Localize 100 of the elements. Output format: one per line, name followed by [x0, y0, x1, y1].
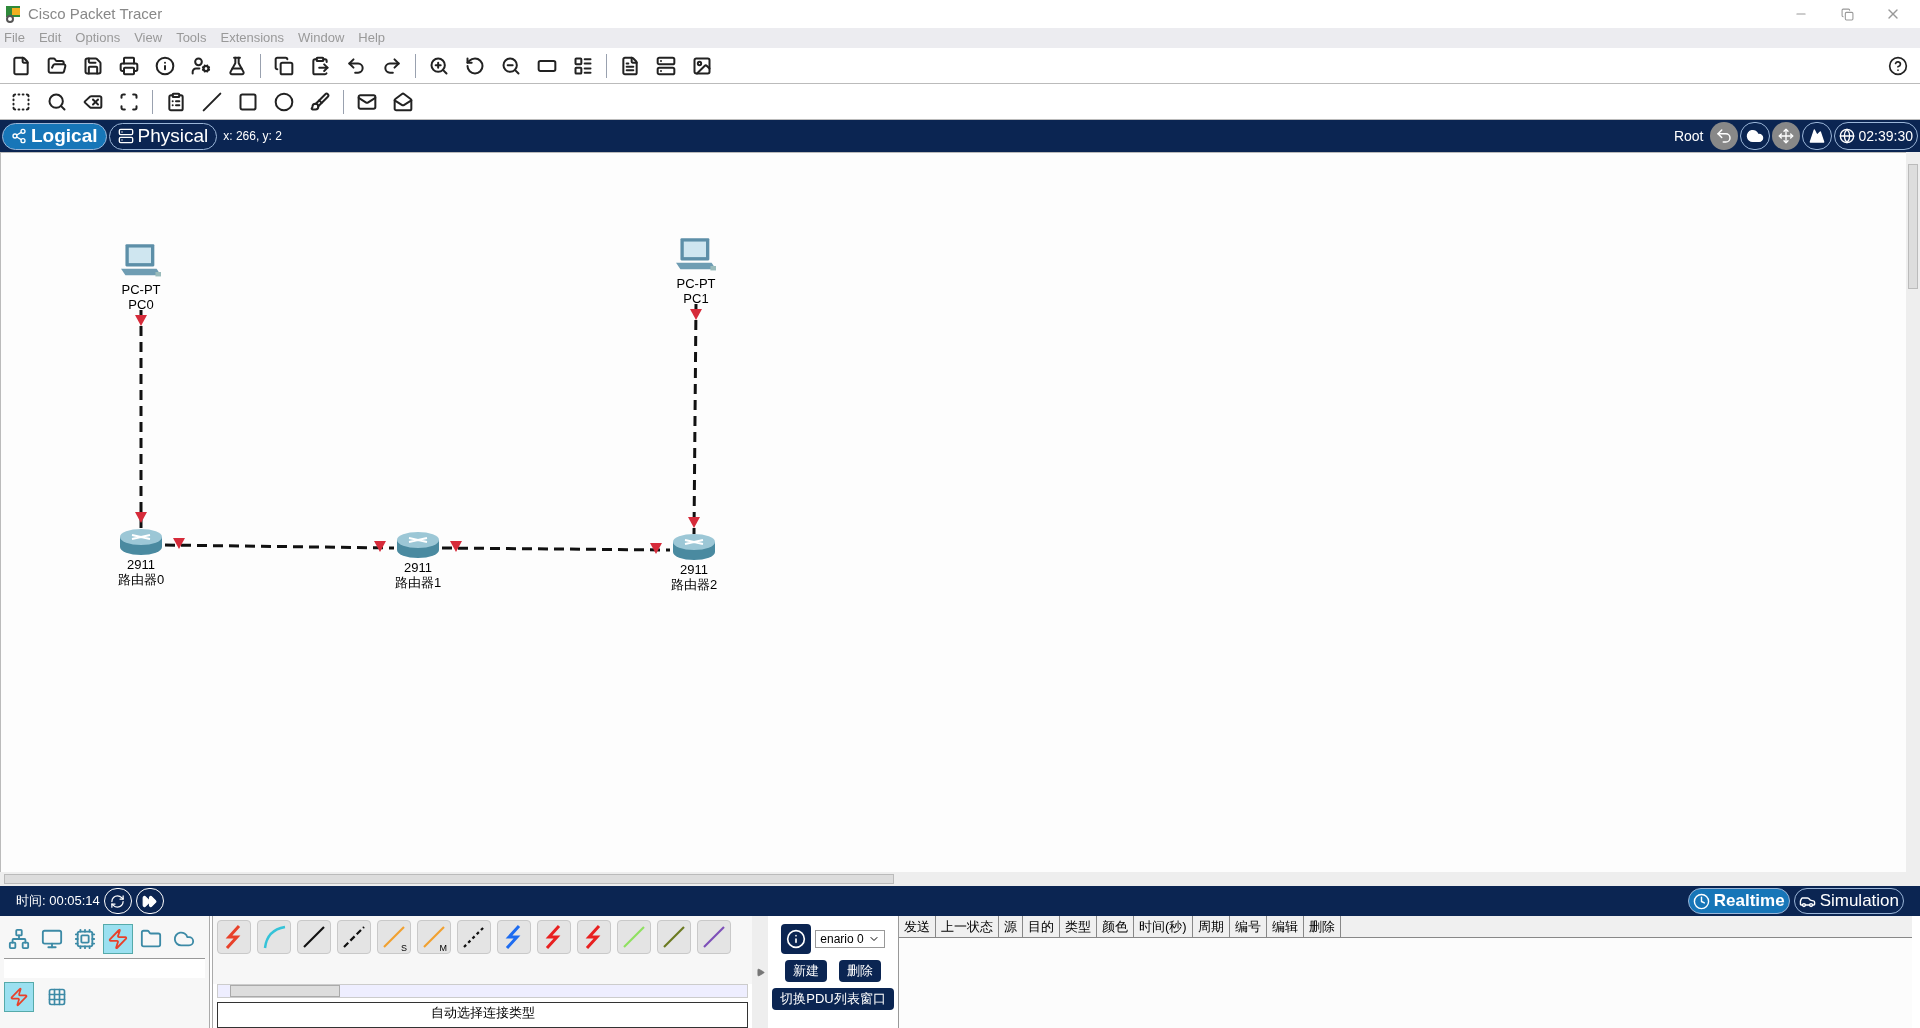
brush-icon	[310, 91, 330, 112]
column-header[interactable]: 编辑	[1266, 916, 1304, 937]
cable-mark: M	[439, 943, 447, 953]
workspace-tab[interactable]: Logical	[2, 122, 107, 150]
open-envelope-icon	[393, 91, 413, 112]
device-name: 路由器0	[117, 572, 165, 587]
device-model: 2911	[404, 560, 432, 575]
palette-scrollbar[interactable]	[217, 984, 748, 998]
zoom-out-icon	[501, 55, 521, 76]
restore-icon	[1840, 7, 1854, 21]
save-icon	[83, 55, 103, 76]
document-icon	[620, 55, 640, 76]
pdu-button[interactable]: 删除	[839, 960, 881, 982]
column-header[interactable]: 颜色	[1097, 916, 1134, 937]
cable-icon	[341, 924, 367, 950]
simulation-time: 时间: 00:05:14	[16, 892, 100, 911]
device-category-button[interactable]	[103, 924, 133, 954]
flask-icon	[227, 55, 247, 76]
column-header[interactable]: 类型	[1060, 916, 1097, 937]
note-icon	[166, 91, 186, 112]
clock-icon	[1692, 892, 1710, 910]
column-header[interactable]: 目的	[1023, 916, 1060, 937]
cable-type-button[interactable]: S	[377, 920, 411, 954]
back-button[interactable]	[1709, 122, 1738, 150]
print-icon	[119, 55, 139, 76]
column-header[interactable]: 删除	[1303, 916, 1341, 937]
cable-icon	[621, 924, 647, 950]
cable-icon	[701, 924, 727, 950]
info-icon	[155, 55, 175, 76]
back-arrow-icon	[1714, 127, 1733, 145]
mode-tab[interactable]: Simulation	[1793, 888, 1904, 914]
column-header[interactable]: 源	[999, 916, 1023, 937]
cable-type-button[interactable]: M	[417, 920, 451, 954]
cloud-icon	[1745, 127, 1764, 145]
column-header[interactable]: 周期	[1192, 916, 1230, 937]
device-model: PC-PT	[121, 282, 161, 297]
device-name: 路由器1	[394, 575, 442, 590]
component-category-icon	[74, 928, 96, 950]
move-icon	[1777, 128, 1794, 144]
column-header[interactable]: 编号	[1229, 916, 1267, 937]
line-icon	[202, 91, 222, 112]
undo-icon	[346, 55, 366, 76]
router-icon	[671, 532, 717, 562]
vertical-scrollbar[interactable]	[1906, 152, 1920, 886]
pdu-button[interactable]: 新建	[785, 960, 827, 982]
copy-icon	[274, 55, 294, 76]
device-name: PC1	[683, 291, 709, 306]
redo-icon	[382, 55, 402, 76]
cable-type-button[interactable]	[337, 920, 371, 954]
column-header[interactable]: 发送	[899, 916, 936, 937]
mode-tab[interactable]: Realtime	[1687, 888, 1790, 914]
device-model: 2911	[680, 562, 708, 577]
connection-category-icon	[107, 928, 129, 950]
ellipse-icon	[274, 91, 294, 112]
horizontal-scrollbar[interactable]	[0, 872, 1906, 886]
reset-icon	[110, 893, 126, 909]
cable-icon	[301, 924, 327, 950]
device-filter-field[interactable]	[4, 958, 205, 978]
end-category-icon	[41, 928, 63, 950]
workspace-tab[interactable]: Physical	[108, 122, 218, 150]
resize-icon	[119, 91, 139, 112]
column-header[interactable]: 上一状态	[936, 916, 999, 937]
router-icon	[118, 527, 164, 557]
info-icon	[786, 929, 807, 949]
image-icon	[692, 55, 712, 76]
list-icon	[573, 55, 593, 76]
move-button[interactable]	[1771, 122, 1800, 150]
info-button[interactable]	[781, 924, 812, 954]
cable-caption: 自动选择连接类型	[217, 1002, 748, 1028]
clock-time: 02:39:30	[1858, 126, 1913, 146]
fast-forward-icon	[142, 893, 158, 909]
root-label: Root	[1673, 126, 1704, 146]
envelope-icon	[357, 91, 377, 112]
column-header[interactable]: 时间(秒)	[1134, 916, 1193, 937]
cable-type-button[interactable]	[457, 920, 491, 954]
device-model: 2911	[127, 557, 155, 572]
window-title: Cisco Packet Tracer	[28, 3, 163, 24]
cable-icon	[421, 924, 447, 950]
server-icon	[656, 55, 676, 76]
grid-category-icon	[47, 987, 67, 1007]
help-button[interactable]	[1888, 55, 1908, 76]
help-icon	[1888, 55, 1908, 76]
device-model: PC-PT	[676, 276, 716, 291]
pdu-list-toggle-button[interactable]: 切换PDU列表窗口	[772, 988, 894, 1010]
zoom-in-icon	[429, 55, 449, 76]
device-name: PC0	[128, 297, 154, 312]
server-icon	[117, 128, 134, 144]
cable-icon	[661, 924, 687, 950]
cable-mark: S	[401, 943, 407, 953]
cable-icon	[461, 924, 487, 950]
network-category-icon	[8, 928, 30, 950]
device-subcategory-button[interactable]	[4, 982, 34, 1012]
network-icon	[11, 128, 27, 144]
cursor-coordinates: x: 266, y: 2	[223, 128, 282, 145]
scenario-select[interactable]: enario 0	[815, 930, 885, 948]
cable-type-button[interactable]	[297, 920, 331, 954]
paste-icon	[310, 55, 330, 76]
cable-icon	[261, 924, 287, 950]
misc-category-icon	[140, 928, 162, 950]
search-icon	[47, 91, 67, 112]
